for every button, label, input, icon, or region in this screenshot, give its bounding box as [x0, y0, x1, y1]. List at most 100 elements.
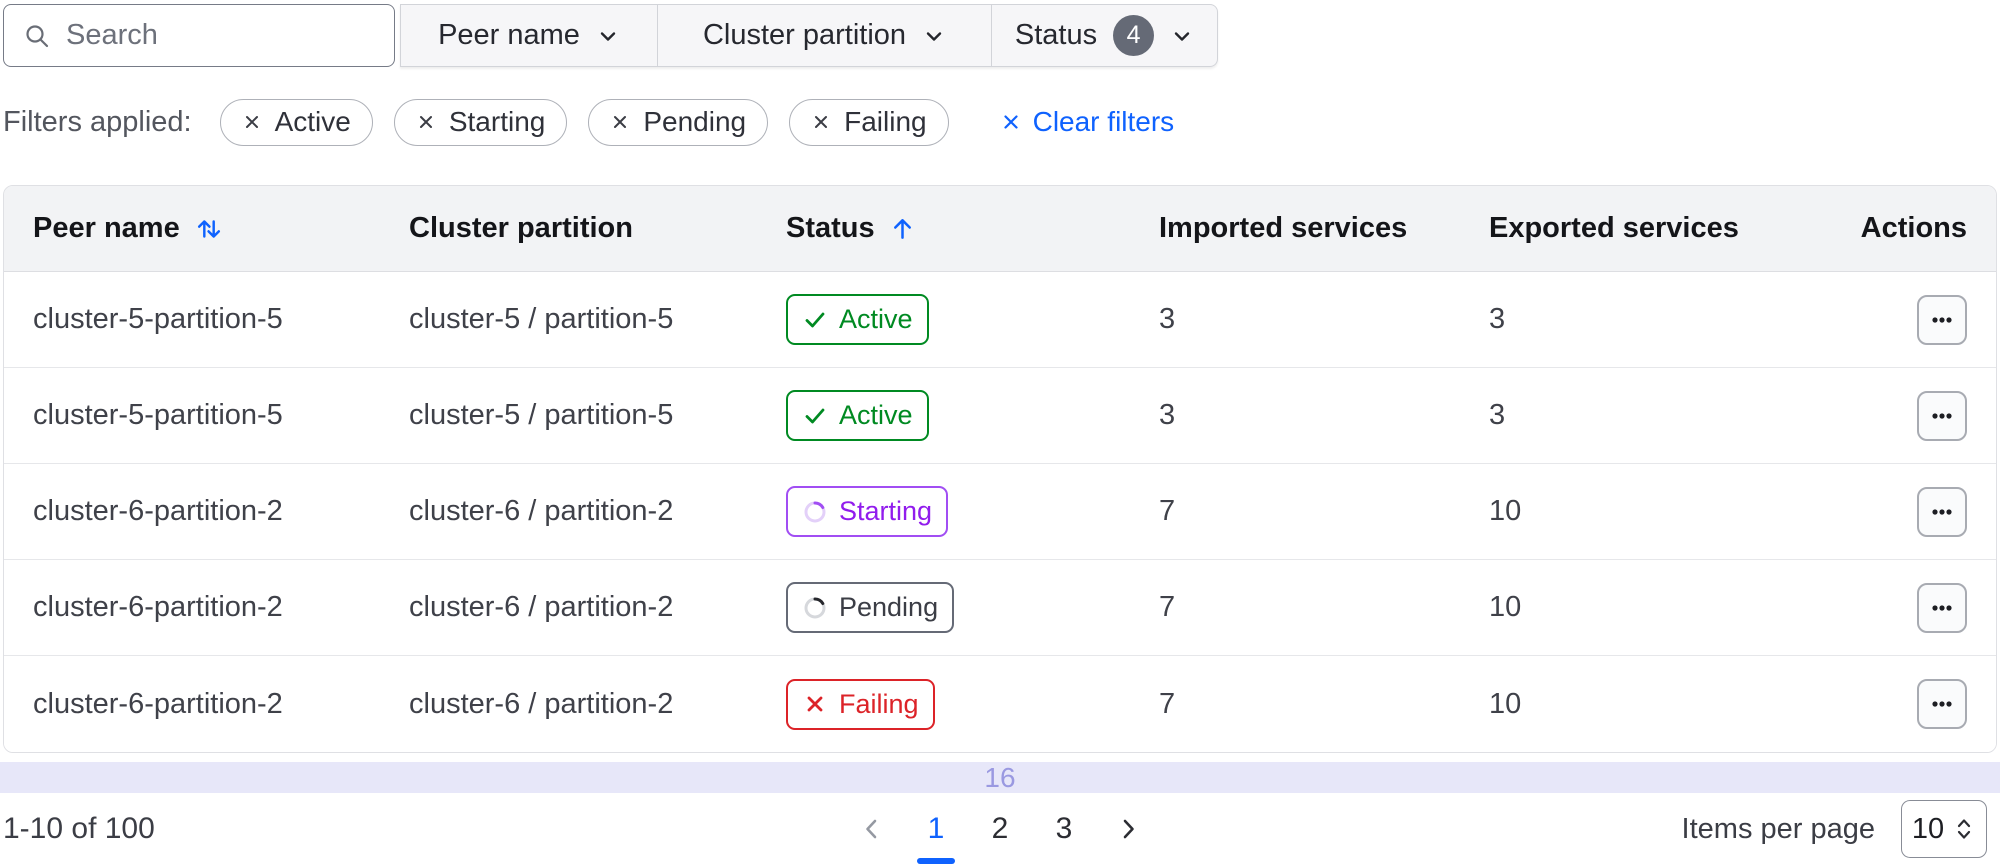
column-header-actions: Actions — [1827, 212, 1967, 245]
table-row: cluster-5-partition-5 cluster-5 / partit… — [4, 272, 1996, 368]
chip-label: Active — [274, 106, 351, 137]
filter-dropdown-group: Peer name Cluster partition Status 4 — [400, 4, 1218, 67]
items-per-page-value: 10 — [1911, 812, 1945, 845]
cluster-partition-cell: cluster-5 / partition-5 — [409, 399, 674, 431]
row-actions-button[interactable] — [1917, 679, 1967, 729]
table-footer-indicator-bar: 16 — [0, 762, 2000, 793]
clear-filters-label: Clear filters — [1032, 106, 1175, 137]
page-button-3[interactable]: 3 — [1032, 794, 1096, 864]
cluster-partition-filter-dropdown[interactable]: Cluster partition — [658, 4, 992, 67]
column-label: Exported services — [1489, 212, 1739, 244]
next-page-button[interactable] — [1096, 794, 1160, 864]
page-number: 2 — [991, 812, 1009, 845]
page-button-2[interactable]: 2 — [968, 794, 1032, 864]
sort-both-icon[interactable] — [194, 214, 224, 244]
status-badge: Pending — [786, 582, 955, 633]
remove-filter-icon — [245, 116, 258, 128]
row-actions-button[interactable] — [1917, 582, 1967, 633]
clear-icon — [1003, 115, 1018, 129]
chip-label: Pending — [643, 106, 747, 137]
actions-cell — [1827, 294, 1967, 345]
status-cell: Active — [786, 390, 1159, 441]
exported-services-cell: 10 — [1489, 591, 1522, 623]
status-label: Active — [839, 400, 913, 430]
status-badge: Failing — [786, 678, 935, 730]
pagination-range-label: 1-10 of 100 — [3, 812, 155, 845]
clear-filters-button[interactable]: Clear filters — [1000, 106, 1175, 138]
search-box[interactable] — [3, 4, 395, 67]
select-chevrons-icon — [1958, 819, 1971, 839]
filters-applied-label: Filters applied: — [3, 105, 192, 138]
row-actions-button[interactable] — [1917, 294, 1967, 345]
check-icon — [805, 312, 825, 327]
status-filter-dropdown[interactable]: Status 4 — [992, 4, 1218, 67]
dropdown-label: Peer name — [438, 19, 580, 51]
actions-cell — [1827, 486, 1967, 537]
column-header-imported-services: Imported services — [1159, 212, 1489, 245]
peer-name-cell: cluster-6-partition-2 — [33, 495, 283, 527]
status-count-badge: 4 — [1113, 15, 1155, 56]
imported-services-cell: 3 — [1159, 399, 1176, 431]
cluster-partition-cell: cluster-6 / partition-2 — [409, 687, 674, 720]
table-row: cluster-5-partition-5 cluster-5 / partit… — [4, 368, 1996, 464]
row-actions-button[interactable] — [1917, 390, 1967, 441]
status-badge: Starting — [786, 486, 949, 537]
filter-chip-failing[interactable]: Failing — [789, 98, 949, 146]
column-header-peer-name[interactable]: Peer name — [33, 212, 409, 245]
filters-applied-row: Filters applied: Active Starting Pending… — [3, 96, 1174, 148]
imported-services-cell: 7 — [1159, 495, 1176, 527]
peer-name-filter-dropdown[interactable]: Peer name — [400, 4, 658, 67]
status-cell: Starting — [786, 486, 1159, 537]
dropdown-label: Cluster partition — [702, 19, 907, 51]
cluster-partition-cell: cluster-5 / partition-5 — [409, 303, 674, 335]
cluster-partition-cell: cluster-6 / partition-2 — [409, 495, 674, 527]
ellipsis-icon — [1932, 701, 1952, 707]
page-number: 1 — [927, 812, 945, 845]
peers-table: Peer name Cluster partition Status Impor… — [3, 185, 1997, 753]
spinner-icon — [804, 500, 826, 522]
row-actions-button[interactable] — [1917, 486, 1967, 537]
imported-services-cell: 3 — [1159, 303, 1176, 335]
items-per-page-select[interactable]: 10 — [1901, 800, 1987, 858]
column-label: Peer name — [33, 212, 180, 244]
column-label: Actions — [1860, 212, 1967, 244]
previous-page-button[interactable] — [840, 794, 904, 864]
actions-cell — [1827, 390, 1967, 441]
filter-chip-pending[interactable]: Pending — [588, 98, 769, 146]
filter-chip-active[interactable]: Active — [219, 98, 373, 146]
sort-ascending-icon[interactable] — [889, 215, 916, 242]
status-cell: Active — [786, 294, 1159, 345]
chevron-right-icon — [1123, 819, 1134, 839]
filter-chip-starting[interactable]: Starting — [393, 98, 568, 146]
table-row: cluster-6-partition-2 cluster-6 / partit… — [4, 464, 1996, 560]
chevron-left-icon — [866, 819, 877, 839]
peer-name-cell: cluster-5-partition-5 — [33, 399, 283, 431]
peer-name-cell: cluster-6-partition-2 — [33, 591, 283, 623]
actions-cell — [1827, 582, 1967, 633]
footer-indicator-value: 16 — [984, 761, 1016, 793]
imported-services-cell: 7 — [1159, 591, 1176, 623]
actions-cell — [1827, 679, 1967, 729]
status-badge: Active — [786, 294, 929, 345]
filter-toolbar: Peer name Cluster partition Status 4 — [3, 4, 1218, 67]
status-badge: Active — [786, 390, 929, 441]
table-row: cluster-6-partition-2 cluster-6 / partit… — [4, 656, 1996, 752]
column-header-cluster-partition[interactable]: Cluster partition — [409, 212, 786, 245]
peer-name-cell: cluster-5-partition-5 — [33, 303, 283, 335]
table-row: cluster-6-partition-2 cluster-6 / partit… — [4, 560, 1996, 656]
column-header-status[interactable]: Status — [786, 212, 1159, 245]
exported-services-cell: 10 — [1489, 687, 1522, 720]
cluster-partition-cell: cluster-6 / partition-2 — [409, 591, 674, 623]
ellipsis-icon — [1932, 508, 1952, 515]
peers-page: Peer name Cluster partition Status 4 Fil… — [0, 0, 2000, 864]
chip-label: Starting — [448, 106, 546, 137]
x-icon — [807, 696, 823, 712]
exported-services-cell: 10 — [1489, 495, 1522, 527]
page-button-1[interactable]: 1 — [904, 794, 968, 864]
chevron-down-icon — [600, 31, 616, 41]
status-label: Pending — [839, 592, 939, 622]
search-input[interactable] — [66, 19, 375, 52]
ellipsis-icon — [1932, 412, 1952, 419]
pagination-bar: 1-10 of 100 1 2 3 Items per page 10 — [0, 794, 2000, 864]
column-header-exported-services: Exported services — [1489, 212, 1827, 245]
